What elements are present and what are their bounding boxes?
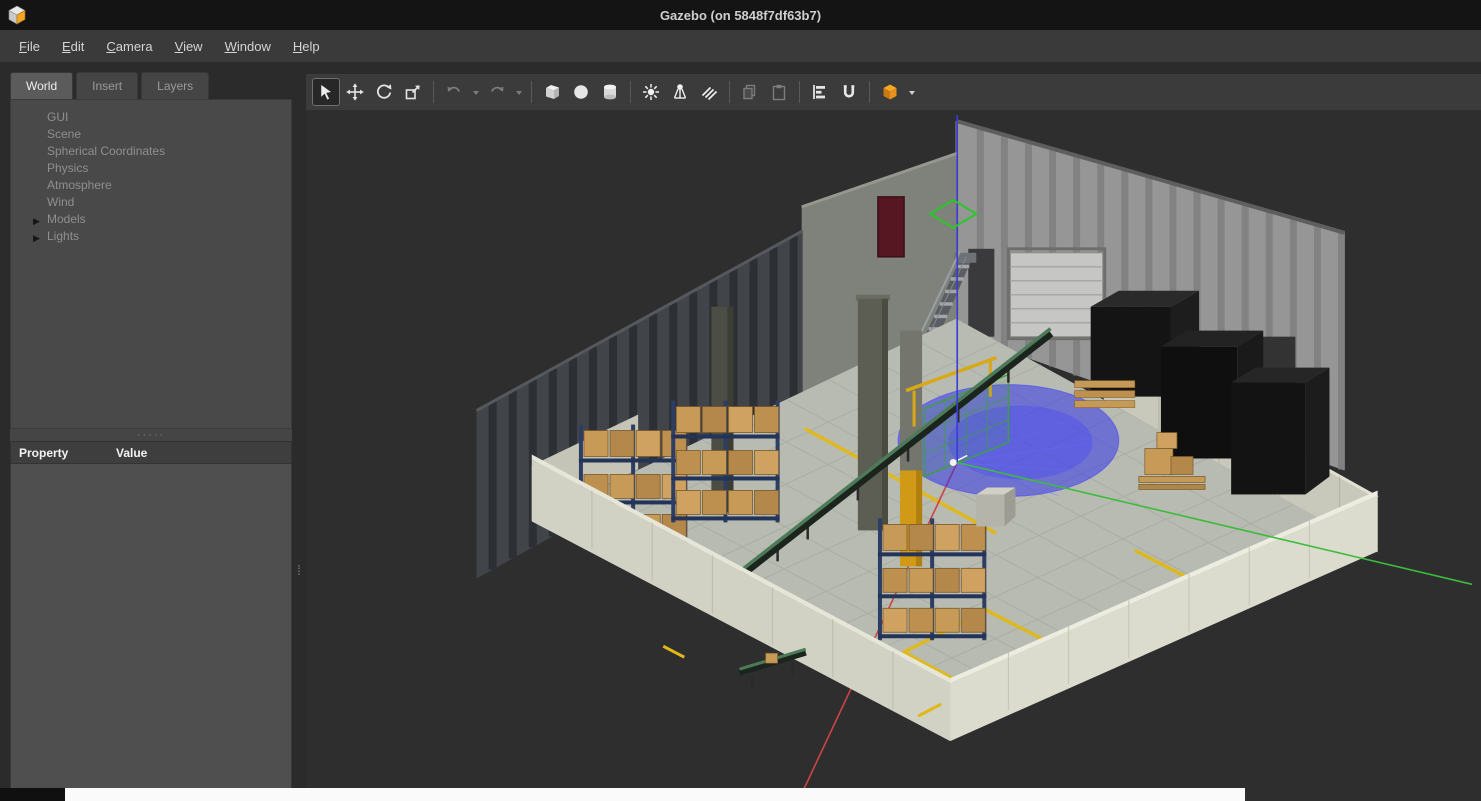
horizontal-splitter-handle[interactable] [10, 429, 292, 441]
directional-rays-icon [699, 82, 719, 102]
point-light-button[interactable] [637, 78, 665, 106]
rotate-circular-arrow-icon [374, 82, 394, 102]
redo-history-dropdown[interactable] [512, 78, 525, 106]
property-column-header: Property [11, 446, 116, 460]
pallet-stack[interactable] [1075, 381, 1135, 408]
paste-clipboard-icon [769, 82, 789, 102]
menu-help[interactable]: Help [282, 34, 331, 59]
spotlight-icon [670, 82, 690, 102]
menu-window[interactable]: Window [214, 34, 282, 59]
redo-arrow-icon [487, 82, 507, 102]
orange-view-cube-icon [880, 82, 900, 102]
copy-button[interactable] [736, 78, 764, 106]
window-title: Gazebo (on 5848f7df63b7) [660, 8, 821, 23]
paste-button[interactable] [765, 78, 793, 106]
align-tool-button[interactable] [806, 78, 834, 106]
bottom-panel-strip [65, 788, 1245, 801]
undo-arrow-icon [444, 82, 464, 102]
toolbar-separator [531, 81, 532, 103]
value-column-header: Value [116, 446, 147, 460]
toolbar-separator [799, 81, 800, 103]
box-shape-icon [542, 82, 562, 102]
left-panel: World Insert Layers GUI Scene Spherical … [0, 62, 292, 801]
insert-box-button[interactable] [538, 78, 566, 106]
undo-history-dropdown[interactable] [469, 78, 482, 106]
tree-item-scene[interactable]: Scene [11, 126, 291, 143]
window-titlebar: Gazebo (on 5848f7df63b7) [0, 0, 1481, 31]
select-tool-button[interactable] [312, 78, 340, 106]
redo-button[interactable] [483, 78, 511, 106]
menu-view[interactable]: View [164, 34, 214, 59]
copy-icon [740, 82, 760, 102]
property-table-header: Property Value [10, 441, 292, 464]
align-icon [810, 82, 830, 102]
undo-button[interactable] [440, 78, 468, 106]
toolbar-separator [729, 81, 730, 103]
rotate-tool-button[interactable] [370, 78, 398, 106]
view-angle-dropdown[interactable] [905, 78, 918, 106]
tree-item-spherical-coordinates[interactable]: Spherical Coordinates [11, 143, 291, 160]
shelf-rack-3[interactable] [878, 518, 986, 640]
garage-door[interactable] [1008, 249, 1104, 339]
cylinder-shape-icon [600, 82, 620, 102]
maroon-door[interactable] [878, 197, 904, 257]
tab-layers[interactable]: Layers [141, 72, 209, 99]
snap-tool-button[interactable] [835, 78, 863, 106]
tab-insert[interactable]: Insert [76, 72, 138, 99]
render-toolbar [306, 74, 1481, 111]
translate-tool-button[interactable] [341, 78, 369, 106]
property-table-body [10, 464, 292, 801]
tab-world[interactable]: World [10, 72, 73, 99]
gazebo-logo-icon [6, 4, 28, 26]
insert-sphere-button[interactable] [567, 78, 595, 106]
view-angle-button[interactable] [876, 78, 904, 106]
menubar: File Edit Camera View Window Help [0, 30, 1481, 63]
shelf-rack-2[interactable] [671, 401, 779, 523]
insert-cylinder-button[interactable] [596, 78, 624, 106]
vertical-splitter-handle[interactable] [292, 62, 306, 801]
sphere-shape-icon [571, 82, 591, 102]
support-pillar[interactable] [856, 295, 890, 531]
scale-tool-button[interactable] [399, 78, 427, 106]
chevron-down-icon [471, 82, 481, 102]
sun-icon [641, 82, 661, 102]
toolbar-separator [630, 81, 631, 103]
supply-cabinet[interactable] [976, 487, 1015, 526]
world-tree: GUI Scene Spherical Coordinates Physics … [10, 99, 292, 429]
black-storage-unit-3[interactable] [1231, 368, 1329, 495]
menu-edit[interactable]: Edit [51, 34, 95, 59]
translate-arrows-icon [345, 82, 365, 102]
directional-light-button[interactable] [695, 78, 723, 106]
arrow-cursor-icon [316, 82, 336, 102]
panel-tabs: World Insert Layers [10, 72, 292, 99]
bottom-corner-strip [0, 788, 65, 801]
render-viewport-3d[interactable] [306, 111, 1481, 801]
tree-item-gui[interactable]: GUI [11, 109, 291, 126]
magnet-icon [839, 82, 859, 102]
toolbar-separator [869, 81, 870, 103]
tree-item-lights[interactable]: Lights [11, 228, 291, 245]
toolbar-separator [433, 81, 434, 103]
tree-item-physics[interactable]: Physics [11, 160, 291, 177]
tree-item-atmosphere[interactable]: Atmosphere [11, 177, 291, 194]
menu-camera[interactable]: Camera [95, 34, 163, 59]
chevron-down-icon [514, 82, 524, 102]
menu-file[interactable]: File [8, 34, 51, 59]
tree-item-models[interactable]: Models [11, 211, 291, 228]
chevron-down-icon [907, 82, 917, 102]
spot-light-button[interactable] [666, 78, 694, 106]
scale-icon [403, 82, 423, 102]
tree-item-wind[interactable]: Wind [11, 194, 291, 211]
